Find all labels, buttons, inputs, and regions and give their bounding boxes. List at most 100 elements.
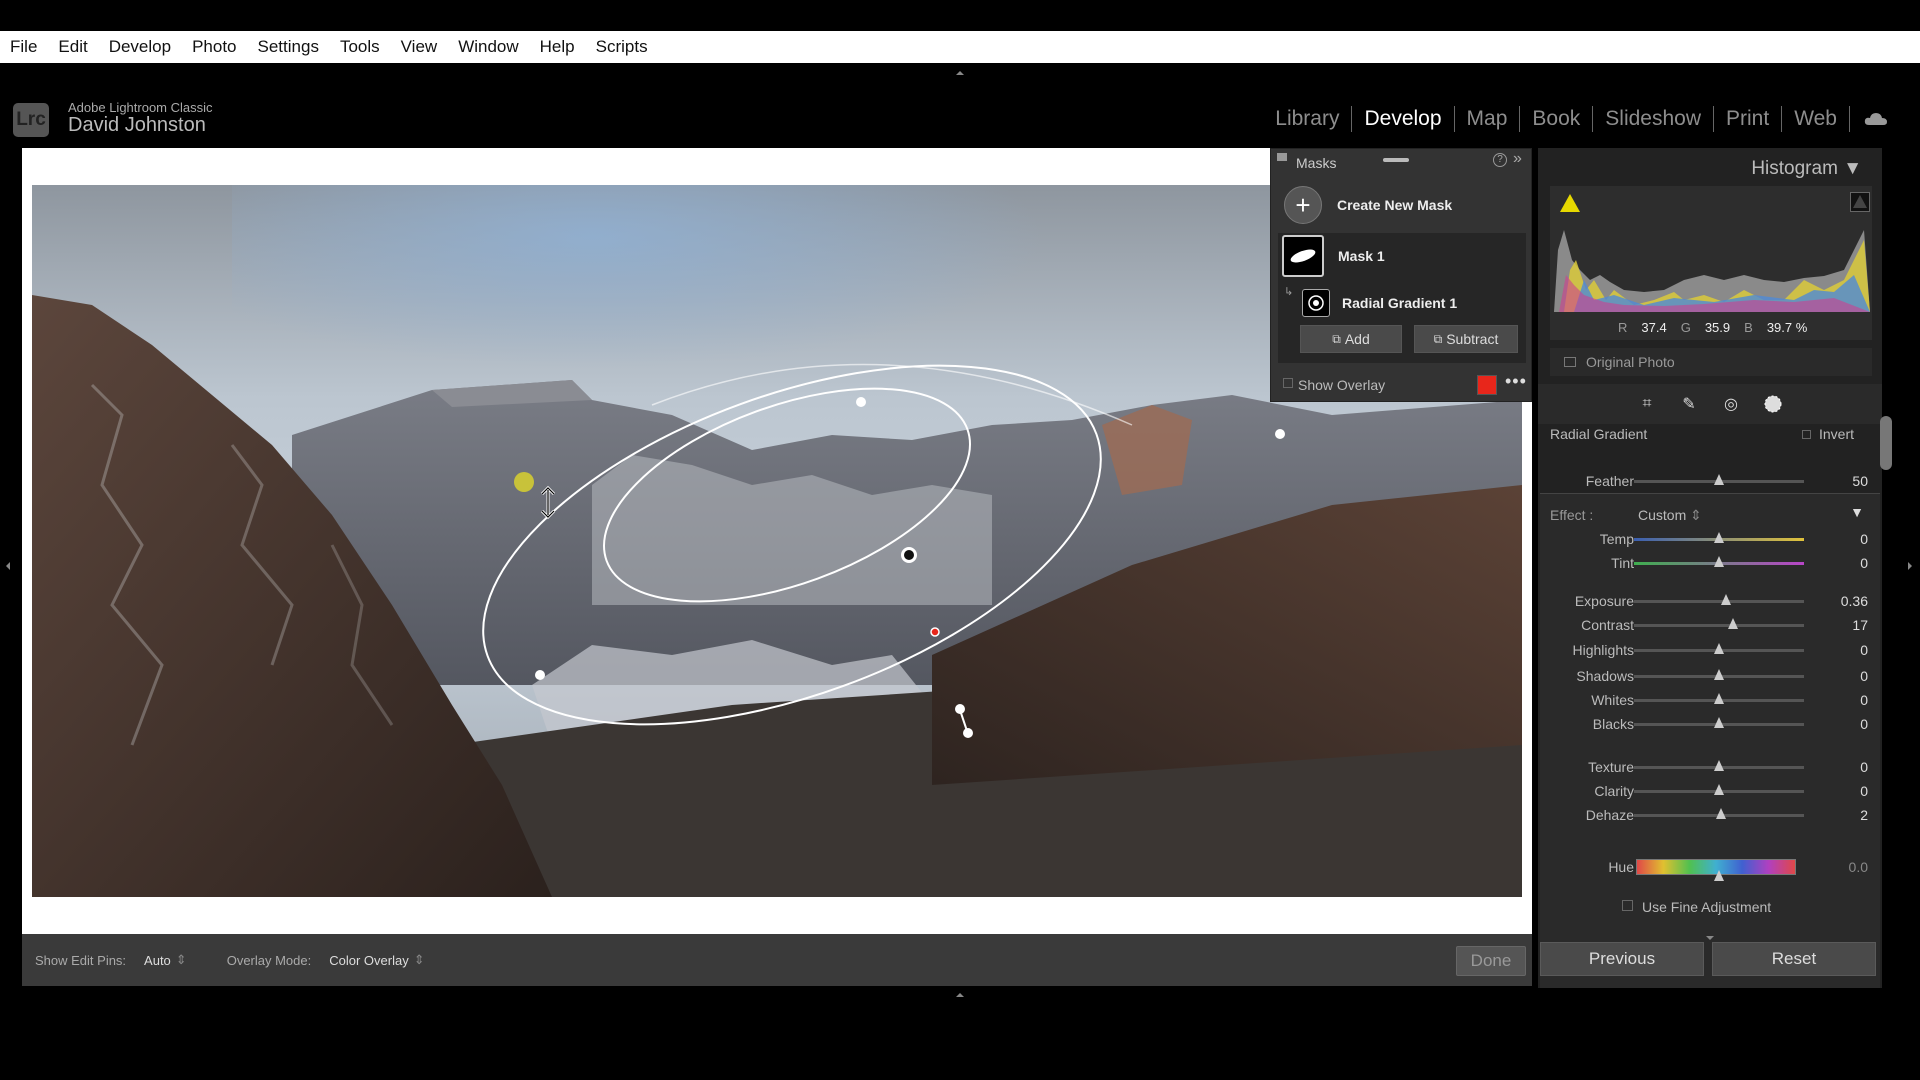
overlay-color-swatch[interactable] xyxy=(1477,375,1497,395)
slider-value: 0 xyxy=(1860,783,1868,799)
add-button[interactable]: ⧉ Add xyxy=(1300,325,1402,353)
cloud-sync-icon[interactable] xyxy=(1864,112,1888,126)
collapse-triangle-icon: ▼ xyxy=(1843,158,1862,179)
menu-settings[interactable]: Settings xyxy=(258,37,319,57)
overlay-mode-select[interactable]: Color Overlay xyxy=(329,953,408,968)
mask-item-radial-gradient[interactable]: Radial Gradient 1 xyxy=(1302,289,1457,317)
component-name: Radial Gradient 1 xyxy=(1342,295,1458,311)
menu-help[interactable]: Help xyxy=(540,37,575,57)
slider-tint[interactable]: Tint 0 xyxy=(1538,552,1882,574)
create-new-mask-label: Create New Mask xyxy=(1337,197,1453,213)
child-arrow-icon: ↳ xyxy=(1284,286,1294,298)
slider-hue[interactable]: Hue 0.0 xyxy=(1538,856,1882,881)
original-photo-toggle[interactable]: Original Photo xyxy=(1550,348,1872,376)
module-book[interactable]: Book xyxy=(1520,106,1594,132)
effect-preset-select[interactable]: Custom ⇕ xyxy=(1638,507,1702,524)
module-library[interactable]: Library xyxy=(1263,106,1353,132)
fine-adjustment-checkbox[interactable] xyxy=(1622,900,1633,911)
slider-temp[interactable]: Temp 0 xyxy=(1538,528,1882,550)
more-options-icon[interactable]: ••• xyxy=(1505,371,1527,392)
slider-label: Highlights xyxy=(1572,642,1634,658)
slider-knob[interactable] xyxy=(1714,474,1724,485)
slider-knob[interactable] xyxy=(1714,532,1724,543)
red-eye-icon[interactable]: ◎ xyxy=(1720,393,1742,415)
slider-knob[interactable] xyxy=(1714,717,1724,728)
slider-dehaze[interactable]: Dehaze 2 xyxy=(1538,804,1882,826)
slider-clarity[interactable]: Clarity 0 xyxy=(1538,780,1882,802)
slider-exposure[interactable]: Exposure 0.36 xyxy=(1538,590,1882,612)
effect-collapse-icon[interactable]: ▼ xyxy=(1850,504,1864,520)
left-panel-toggle-icon[interactable] xyxy=(6,562,10,570)
feather-slider[interactable]: Feather 50 xyxy=(1538,470,1882,492)
tool-strip: ⌗ ✎ ◎ xyxy=(1538,384,1882,424)
shadow-clipping-icon[interactable] xyxy=(1560,194,1580,212)
histogram xyxy=(1550,186,1872,340)
right-panel-toggle-icon[interactable] xyxy=(1908,562,1912,570)
radial-gradient-icon xyxy=(1302,289,1330,317)
slider-track[interactable] xyxy=(1634,600,1804,603)
module-map[interactable]: Map xyxy=(1455,106,1521,132)
mask-item-mask1[interactable]: Mask 1 xyxy=(1282,235,1385,277)
slider-texture[interactable]: Texture 0 xyxy=(1538,756,1882,778)
help-icon[interactable]: ? xyxy=(1493,153,1507,167)
slider-blacks[interactable]: Blacks 0 xyxy=(1538,713,1882,735)
subtract-icon: ⧉ xyxy=(1433,331,1443,346)
crop-icon[interactable]: ⌗ xyxy=(1636,393,1658,415)
edit-pins-select[interactable]: Auto xyxy=(144,953,171,968)
top-panel-toggle-icon[interactable] xyxy=(956,71,964,75)
healing-icon[interactable]: ✎ xyxy=(1678,393,1700,415)
panel-menu-icon[interactable] xyxy=(1277,153,1287,161)
invert-toggle[interactable]: Invert xyxy=(1801,426,1854,442)
reset-button[interactable]: Reset xyxy=(1712,942,1876,976)
slider-contrast[interactable]: Contrast 17 xyxy=(1538,614,1882,636)
slider-label: Contrast xyxy=(1581,617,1634,633)
show-overlay-label: Show Overlay xyxy=(1298,377,1386,393)
original-photo-checkbox[interactable] xyxy=(1564,357,1576,367)
menu-develop[interactable]: Develop xyxy=(109,37,171,57)
panel-scrollbar[interactable] xyxy=(1880,416,1892,470)
menu-scripts[interactable]: Scripts xyxy=(596,37,648,57)
menu-photo[interactable]: Photo xyxy=(192,37,236,57)
subtract-button[interactable]: ⧉ Subtract xyxy=(1414,325,1518,353)
module-slideshow[interactable]: Slideshow xyxy=(1593,106,1714,132)
masking-icon[interactable] xyxy=(1762,393,1784,415)
slider-knob[interactable] xyxy=(1714,643,1724,654)
collapse-panel-icon[interactable]: » xyxy=(1513,150,1522,168)
slider-knob[interactable] xyxy=(1727,618,1738,629)
panel-grip-handle[interactable] xyxy=(1383,158,1409,162)
previous-button[interactable]: Previous xyxy=(1540,942,1704,976)
slider-track[interactable] xyxy=(1634,624,1804,627)
module-develop[interactable]: Develop xyxy=(1352,106,1455,132)
menu-window[interactable]: Window xyxy=(458,37,518,57)
slider-knob[interactable] xyxy=(1714,760,1724,771)
slider-knob[interactable] xyxy=(1714,556,1724,567)
slider-knob[interactable] xyxy=(1714,693,1724,704)
overlay-mode-chevron-icon: ⇕ xyxy=(413,952,425,967)
module-print[interactable]: Print xyxy=(1714,106,1783,132)
histogram-header[interactable]: Histogram ▼ xyxy=(1751,158,1862,180)
slider-shadows[interactable]: Shadows 0 xyxy=(1538,665,1882,687)
bottom-panel-toggle-icon[interactable] xyxy=(956,993,964,997)
app-logo: Lrc xyxy=(13,103,49,137)
create-new-mask-button[interactable]: + Create New Mask xyxy=(1284,186,1452,224)
menu-file[interactable]: File xyxy=(10,37,37,57)
module-web[interactable]: Web xyxy=(1782,106,1850,132)
slider-highlights[interactable]: Highlights 0 xyxy=(1538,639,1882,661)
slider-label: Dehaze xyxy=(1585,807,1634,823)
slider-knob[interactable] xyxy=(1714,870,1724,881)
slider-whites[interactable]: Whites 0 xyxy=(1538,689,1882,711)
slider-knob[interactable] xyxy=(1720,594,1731,605)
slider-knob[interactable] xyxy=(1714,669,1724,680)
slider-knob[interactable] xyxy=(1715,808,1726,819)
done-button[interactable]: Done xyxy=(1456,946,1526,976)
show-overlay-checkbox[interactable] xyxy=(1283,378,1293,388)
menu-edit[interactable]: Edit xyxy=(58,37,87,57)
slider-knob[interactable] xyxy=(1714,784,1724,795)
slider-value: 0 xyxy=(1860,642,1868,658)
highlight-clipping-icon[interactable] xyxy=(1850,192,1870,212)
menu-tools[interactable]: Tools xyxy=(340,37,380,57)
add-icon: ⧉ xyxy=(1332,331,1341,346)
slider-label: Clarity xyxy=(1594,783,1634,799)
menu-view[interactable]: View xyxy=(401,37,438,57)
slider-value: 17 xyxy=(1852,617,1868,633)
